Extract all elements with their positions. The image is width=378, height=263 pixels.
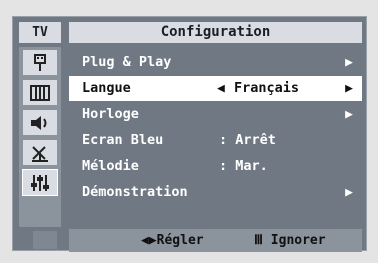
left-arrow-icon[interactable]: ◀ [217,76,225,101]
picture-icon[interactable] [23,80,57,105]
tv-osd-menu: TV Configuration Plug & Play ▶ Langue ◀ … [12,16,368,252]
category-sidebar [19,47,61,227]
footer-blank-box [33,231,57,249]
osd-footer: ◀▶Régler Ⅲ Ignorer [13,229,368,252]
menu-item-label: Démonstration [82,184,188,200]
sound-icon[interactable] [23,110,57,135]
menu-item-horloge[interactable]: Horloge ▶ [69,102,362,127]
language-value: Français [234,80,300,96]
settings-menu-list: Plug & Play ▶ Langue ◀ Français ▶ Horlog… [69,47,362,227]
menu-item-value: : Arrêt [219,132,276,148]
menu-item-label: Ecran Bleu [82,132,164,148]
settings-sliders-icon[interactable] [22,169,58,196]
osd-header: TV Configuration [13,17,368,47]
submenu-arrow-icon: ▶ [345,107,353,122]
menu-item-label: Horloge [82,106,139,122]
menu-item-label: Mélodie [82,158,139,174]
tv-tab[interactable]: TV [19,22,61,43]
submenu-arrow-icon: ▶ [345,55,353,70]
ignore-hint: Ⅲ Ignorer [254,233,326,248]
right-arrow-icon[interactable]: ▶ [345,76,353,101]
menu-title: Configuration [69,22,362,43]
menu-item-langue[interactable]: Langue ◀ Français ▶ [69,76,362,101]
menu-item-demonstration[interactable]: Démonstration ▶ [69,180,362,205]
antenna-icon[interactable] [23,140,57,165]
menu-item-label: Langue [82,80,131,96]
menu-item-label: Plug & Play [82,54,172,70]
submenu-arrow-icon: ▶ [345,185,353,200]
help-bar: ◀▶Régler Ⅲ Ignorer [69,229,362,252]
menu-item-plug-and-play[interactable]: Plug & Play ▶ [69,50,362,75]
adjust-hint: ◀▶Régler [141,233,204,248]
menu-item-ecran-bleu[interactable]: Ecran Bleu : Arrêt [69,128,362,153]
menu-item-melodie[interactable]: Mélodie : Mar. [69,154,362,179]
menu-item-value: : Mar. [219,158,268,174]
plug-icon[interactable] [23,50,57,75]
